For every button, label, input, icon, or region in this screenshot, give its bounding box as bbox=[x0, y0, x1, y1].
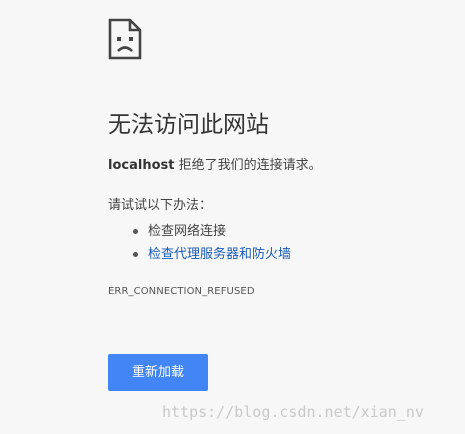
page-title: 无法访问此网站 bbox=[108, 112, 269, 138]
watermark: https://blog.csdn.net/xian_nv bbox=[162, 403, 424, 421]
bullet-icon bbox=[133, 252, 138, 257]
suggestions-title: 请试试以下办法： bbox=[108, 198, 213, 213]
host-name: localhost bbox=[108, 158, 175, 173]
error-message: 拒绝了我们的连接请求。 bbox=[174, 158, 322, 173]
list-item: 检查代理服务器和防火墙 bbox=[130, 243, 291, 266]
suggestion-check-proxy-link[interactable]: 检查代理服务器和防火墙 bbox=[148, 247, 291, 262]
error-code: ERR_CONNECTION_REFUSED bbox=[108, 286, 255, 297]
error-summary: localhost 拒绝了我们的连接请求。 bbox=[108, 157, 322, 175]
reload-button[interactable]: 重新加载 bbox=[108, 354, 208, 391]
suggestions-list: 检查网络连接 检查代理服务器和防火墙 bbox=[130, 220, 291, 266]
suggestion-check-network: 检查网络连接 bbox=[148, 224, 227, 239]
list-item: 检查网络连接 bbox=[130, 220, 291, 243]
bullet-icon bbox=[133, 229, 138, 234]
sad-page-icon bbox=[108, 18, 142, 60]
